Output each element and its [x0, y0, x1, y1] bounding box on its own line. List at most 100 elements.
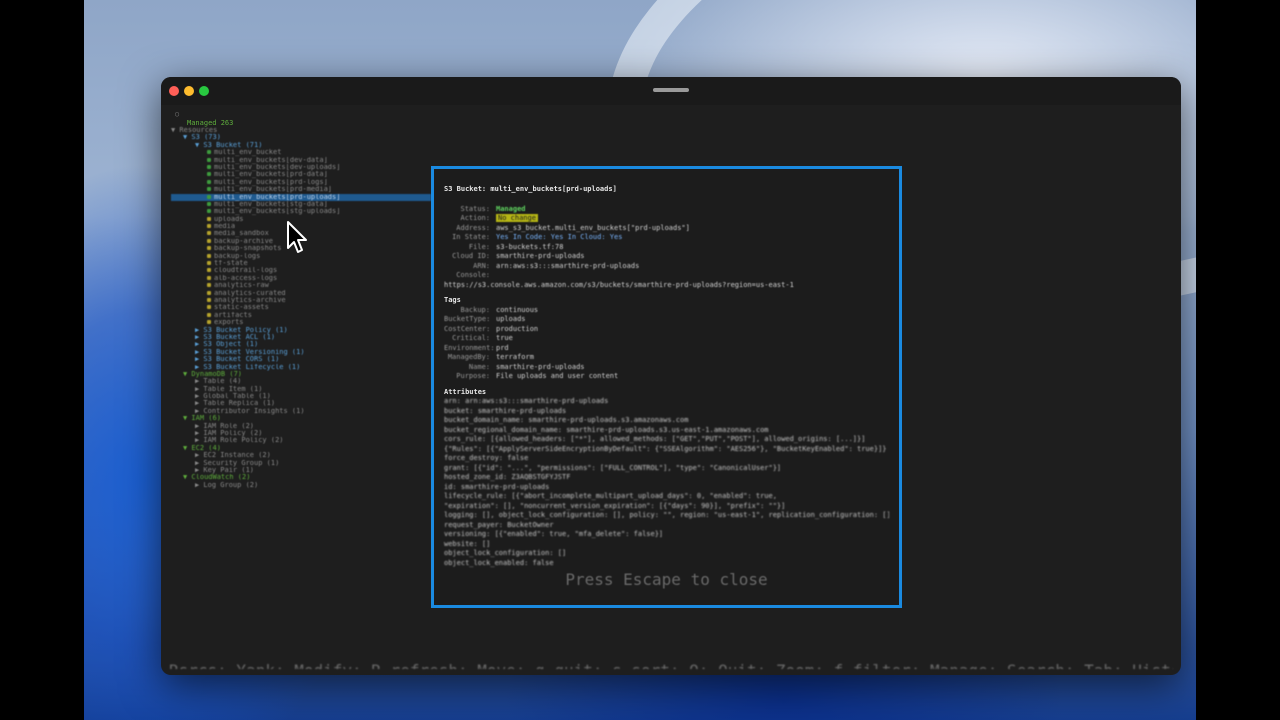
status-marker-icon — [207, 172, 211, 177]
attribute-line: logging: [], object_lock_configuration: … — [444, 511, 889, 519]
tree-item[interactable]: ▼ EC2 (4) — [171, 445, 431, 452]
status-marker-icon — [207, 209, 211, 214]
tree-item[interactable]: ▶ S3 Bucket CORS (1) — [171, 356, 431, 363]
tag-value: true — [496, 334, 513, 342]
prompt-icon: ○ — [175, 110, 180, 118]
tree-item[interactable]: ▶ Log Group (2) — [171, 482, 431, 489]
tree-item[interactable]: multi_env_buckets[stg-data] — [171, 201, 431, 208]
tree-item-label: ▶ Global Table (1) — [195, 393, 271, 401]
field-row: ARN: arn:aws:s3:::smarthire-prd-uploads — [444, 262, 889, 272]
tree-item-label: multi_env_bucket — [214, 149, 282, 157]
tree-item[interactable]: ▶ Table Replica (1) — [171, 400, 431, 407]
tree-item[interactable]: ▶ S3 Object (1) — [171, 341, 431, 348]
tree-item[interactable]: ▶ EC2 Instance (2) — [171, 452, 431, 459]
field-value: smarthire-prd-uploads — [496, 252, 585, 260]
status-marker-icon — [207, 253, 211, 258]
tree-item-label: ▶ S3 Bucket Versioning (1) — [195, 348, 305, 356]
tag-row: BucketType: uploads — [444, 315, 889, 325]
tree-item[interactable]: ▶ Key Pair (1) — [171, 467, 431, 474]
tree-item[interactable]: multi_env_buckets[prd-data] — [171, 171, 431, 178]
tag-key: Name: — [468, 362, 490, 371]
tree-item-label: ▶ Table Replica (1) — [195, 400, 276, 408]
tree-item[interactable]: ▶ Contributor Insights (1) — [171, 408, 431, 415]
tag-value: uploads — [496, 315, 526, 323]
resource-detail-popup[interactable]: S3 Bucket: multi_env_buckets[prd-uploads… — [431, 166, 902, 608]
tree-item-label: uploads — [214, 215, 244, 223]
popup-title: S3 Bucket: multi_env_buckets[prd-uploads… — [444, 185, 617, 193]
tree-item[interactable]: multi_env_bucket — [171, 149, 431, 156]
console-url[interactable]: https://s3.console.aws.amazon.com/s3/buc… — [444, 281, 889, 291]
tree-item[interactable]: ▶ IAM Role Policy (2) — [171, 437, 431, 444]
tree-item[interactable]: artifacts — [171, 312, 431, 319]
tree-item[interactable]: analytics-archive — [171, 297, 431, 304]
tree-item[interactable]: multi_env_buckets[dev-data] — [171, 157, 431, 164]
tree-item[interactable]: ▶ S3 Bucket ACL (1) — [171, 334, 431, 341]
attribute-line: "expiration": [], "noncurrent_version_ex… — [444, 501, 786, 510]
tree-item[interactable]: ▶ Security Group (1) — [171, 460, 431, 467]
tree-item-label: ▼ DynamoDB (7) — [183, 370, 243, 378]
status-marker-icon — [207, 305, 211, 310]
tree-item[interactable]: multi_env_buckets[prd-logs] — [171, 179, 431, 186]
tag-value: production — [496, 324, 539, 333]
tree-item[interactable]: analytics-curated — [171, 290, 431, 297]
tree-item[interactable]: tf-state — [171, 260, 431, 267]
tree-item[interactable]: ▶ S3 Bucket Versioning (1) — [171, 349, 431, 356]
tree-item[interactable]: ▶ S3 Bucket Lifecycle (1) — [171, 364, 431, 371]
tree-item[interactable]: exports — [171, 319, 431, 326]
tree-item[interactable]: ▶ Table (4) — [171, 378, 431, 385]
tree-item[interactable]: multi_env_buckets[stg-uploads] — [171, 208, 431, 215]
tree-item[interactable]: static-assets — [171, 304, 431, 311]
tag-key: Purpose: — [456, 372, 490, 380]
tree-item[interactable]: analytics-raw — [171, 282, 431, 289]
tree-item[interactable]: ▶ IAM Policy (2) — [171, 430, 431, 437]
field-row: Cloud ID: smarthire-prd-uploads — [444, 252, 889, 262]
resource-tree[interactable]: ▼ Resources ▼ S3 (73) ▼ S3 Bucket (71) mult… — [171, 127, 431, 489]
field-value: Yes In Code: Yes In Cloud: Yes — [496, 233, 623, 241]
status-marker-icon — [207, 320, 211, 325]
keybindings-footer: Rsrcs: Yank: Modify: R refresh: Move: q … — [169, 661, 1173, 669]
resource-fields: Status: Managed Action: No change Address: aw… — [444, 205, 889, 281]
attribute-line: {"Rules": [{"ApplyServerSideEncryptionBy… — [444, 444, 887, 453]
tree-item-label: ▼ CloudWatch (2) — [183, 474, 251, 482]
field-row: Action: No change — [444, 214, 889, 224]
status-marker-icon — [207, 312, 211, 317]
tree-item-label: tf-state — [214, 260, 248, 268]
tree-item[interactable]: multi_env_buckets[prd-uploads] — [171, 193, 431, 201]
tree-item[interactable]: ▶ Table Item (1) — [171, 386, 431, 393]
tag-key: Backup: — [460, 305, 490, 314]
tree-item[interactable]: multi_env_buckets[dev-uploads] — [171, 164, 431, 171]
tree-item-label: backup-archive — [214, 237, 274, 245]
tree-item-label: ▼ S3 Bucket (71) — [195, 141, 263, 149]
minimize-window-button[interactable] — [184, 86, 194, 96]
tree-item[interactable]: ▶ IAM Role (2) — [171, 423, 431, 430]
tree-item[interactable]: ▼ DynamoDB (7) — [171, 371, 431, 378]
status-marker-icon — [207, 275, 211, 280]
status-marker-icon — [207, 283, 211, 288]
tree-item[interactable]: ▼ IAM (6) — [171, 415, 431, 422]
attribute-line: lifecycle_rule: [{"abort_incomplete_mult… — [444, 492, 777, 500]
tree-item[interactable]: ▶ Global Table (1) — [171, 393, 431, 400]
tree-item[interactable]: ▼ S3 (73) — [171, 134, 431, 141]
tree-item[interactable]: cloudtrail-logs — [171, 267, 431, 274]
tree-item-label: exports — [214, 319, 244, 327]
tree-item[interactable]: ▼ S3 Bucket (71) — [171, 142, 431, 149]
tree-item-label: ▶ Table Item (1) — [195, 385, 263, 393]
title-bar[interactable] — [161, 77, 1181, 105]
tree-item[interactable]: ▼ Resources — [171, 127, 431, 134]
tree-item-label: artifacts — [214, 311, 252, 319]
tree-item-label: cloudtrail-logs — [214, 267, 278, 275]
tree-item[interactable]: ▶ S3 Bucket Policy (1) — [171, 327, 431, 334]
tree-item-label: ▶ IAM Policy (2) — [195, 430, 263, 438]
tree-item[interactable]: ▼ CloudWatch (2) — [171, 474, 431, 481]
tree-item[interactable]: multi_env_buckets[prd-media] — [171, 186, 431, 193]
status-bar: ○ Managed 263 — [169, 110, 1173, 127]
tree-item-label: ▶ S3 Bucket CORS (1) — [195, 356, 280, 364]
tree-item[interactable]: alb-access-logs — [171, 275, 431, 282]
tree-item-label: multi_env_buckets[stg-uploads] — [214, 208, 341, 216]
tag-value: terraform — [496, 353, 534, 361]
tree-item-label: ▶ IAM Role Policy (2) — [195, 437, 284, 445]
attribute-line: bucket: smarthire-prd-uploads — [444, 406, 567, 415]
close-window-button[interactable] — [169, 86, 179, 96]
maximize-window-button[interactable] — [199, 86, 209, 96]
tree-item-label: backup-logs — [214, 252, 261, 260]
